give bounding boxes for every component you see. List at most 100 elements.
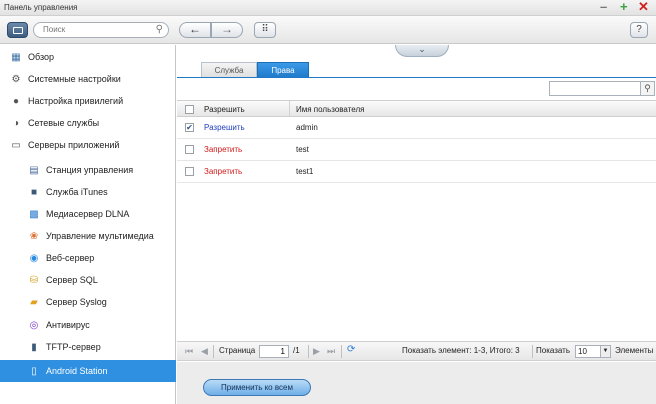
divider [341, 345, 342, 358]
syslog-icon: ▰ [30, 296, 38, 308]
table-row[interactable]: ✔ Разрешить admin [177, 117, 656, 139]
maximize-icon[interactable]: + [620, 0, 628, 14]
footer: Применить ко всем [177, 362, 656, 404]
page-number-input[interactable] [259, 345, 289, 358]
row-checkbox[interactable] [185, 167, 194, 176]
row-checkbox[interactable] [185, 145, 194, 154]
divider [213, 345, 214, 358]
help-button[interactable]: ? [630, 22, 648, 38]
network-icon: ◑ [12, 117, 20, 129]
column-header-permission[interactable]: Разрешить [204, 105, 245, 114]
sidebar-item-label: TFTP-сервер [46, 342, 101, 352]
user-icon: ● [12, 95, 20, 107]
sidebar-item-surveillance-station[interactable]: ▤ Станция управления [28, 159, 133, 181]
sidebar-item-label: Сервер SQL [46, 275, 98, 285]
sidebar-item-label: Сетевые службы [28, 118, 100, 128]
arrow-right-icon: → [221, 22, 233, 36]
next-page-icon[interactable]: ▶ [313, 346, 320, 357]
gear-icon: ⚙ [11, 73, 21, 85]
sidebar-item-label: Системные настройки [28, 74, 121, 84]
sql-icon: ⛁ [29, 274, 39, 286]
apply-to-all-button[interactable]: Применить ко всем [203, 379, 311, 396]
table-row[interactable]: Запретить test [177, 139, 656, 161]
page-size-label: Показать [536, 346, 571, 355]
collapse-toggle[interactable]: ⌄ [395, 45, 449, 57]
page-size-value: 10 [578, 347, 587, 356]
apps-button[interactable]: ⠿ [254, 22, 276, 38]
sidebar-item-web-server[interactable]: ◉ Веб-сервер [28, 247, 95, 269]
sidebar-item-overview[interactable]: ▦ Обзор [10, 46, 54, 68]
overview-icon: ▦ [11, 51, 21, 63]
sidebar-item-label: Серверы приложений [28, 140, 120, 150]
sidebar-item-system-settings[interactable]: ⚙ Системные настройки [10, 68, 121, 90]
back-button[interactable]: ← [179, 22, 211, 38]
search-input[interactable] [43, 25, 153, 34]
sidebar-item-label: Служба iTunes [46, 187, 108, 197]
android-icon: ▯ [31, 365, 37, 377]
sidebar-item-label: Android Station [46, 366, 108, 376]
help-icon: ? [636, 24, 642, 35]
row-checkbox[interactable]: ✔ [185, 123, 194, 132]
tftp-icon: ▮ [31, 341, 37, 353]
sidebar-item-label: Веб-сервер [46, 253, 95, 263]
sidebar-item-android-station[interactable]: ▯ Android Station [0, 360, 176, 382]
sidebar: ▦ Обзор ⚙ Системные настройки ● Настройк… [0, 45, 176, 404]
sidebar-item-multimedia[interactable]: ❀ Управление мультимедиа [28, 225, 154, 247]
refresh-icon[interactable]: ⟳ [347, 344, 355, 355]
sidebar-item-label: Станция управления [46, 165, 134, 175]
permission-value: Запретить [204, 145, 243, 154]
arrow-left-icon: ← [189, 22, 201, 36]
tab-underline [177, 77, 656, 78]
table-row[interactable]: Запретить test1 [177, 161, 656, 183]
username-value: test1 [296, 167, 314, 176]
sidebar-item-label: Антивирус [46, 320, 90, 330]
sidebar-item-label: Сервер Syslog [46, 297, 107, 307]
sidebar-icon [13, 27, 23, 34]
sidebar-item-label: Обзор [28, 52, 54, 62]
antivirus-icon: ◎ [29, 319, 39, 331]
select-all-checkbox[interactable] [185, 105, 194, 114]
filter-input[interactable] [553, 84, 637, 93]
prev-page-icon[interactable]: ◀ [201, 346, 208, 357]
forward-button[interactable]: → [211, 22, 243, 38]
sidebar-item-dlna[interactable]: ▩ Медиасервер DLNA [28, 203, 129, 225]
web-server-icon: ◉ [29, 252, 39, 264]
sidebar-item-network-services[interactable]: ◑ Сетевые службы [10, 112, 99, 134]
sidebar-item-tftp[interactable]: ▮ TFTP-сервер [28, 336, 101, 358]
sidebar-item-label: Медиасервер DLNA [46, 209, 130, 219]
grid-icon: ⠿ [261, 24, 269, 35]
sidebar-item-label: Управление мультимедиа [46, 231, 154, 241]
sidebar-item-itunes[interactable]: ■ Служба iTunes [28, 181, 108, 203]
sidebar-item-label: Настройка привилегий [28, 96, 124, 106]
close-icon[interactable]: ✕ [638, 0, 649, 14]
tab-service[interactable]: Служба [201, 62, 257, 78]
permission-value: Разрешить [204, 123, 245, 132]
column-divider [289, 101, 290, 117]
server-icon: ▭ [11, 139, 21, 151]
column-header-username[interactable]: Имя пользователя [296, 105, 364, 114]
sidebar-item-syslog[interactable]: ▰ Сервер Syslog [28, 291, 107, 313]
main-panel: ⌄ Служба Права ⚲ Разрешить Имя пользоват… [177, 45, 656, 404]
total-pages: /1 [293, 346, 300, 355]
divider [308, 345, 309, 358]
table-header: Разрешить Имя пользователя [177, 100, 656, 117]
username-value: admin [296, 123, 318, 132]
search-box: ⚲ [33, 22, 169, 38]
filter-box: ⚲ [549, 81, 655, 96]
minimize-icon[interactable]: – [600, 0, 607, 14]
sidebar-toggle-button[interactable] [7, 22, 28, 38]
sidebar-item-antivirus[interactable]: ◎ Антивирус [28, 314, 90, 336]
sidebar-item-sql-server[interactable]: ⛁ Сервер SQL [28, 269, 98, 291]
search-icon[interactable]: ⚲ [156, 24, 163, 35]
search-icon[interactable]: ⚲ [640, 82, 654, 95]
tab-rights[interactable]: Права [257, 62, 309, 78]
items-label: Элементы [615, 346, 654, 355]
first-page-icon[interactable]: ⏮ [185, 346, 193, 357]
sidebar-item-application-servers[interactable]: ▭ Серверы приложений [10, 134, 119, 156]
last-page-icon[interactable]: ⏭ [327, 346, 335, 357]
permission-value: Запретить [204, 167, 243, 176]
page-size-select[interactable]: 10 ▼ [575, 345, 611, 358]
sidebar-item-privileges[interactable]: ● Настройка привилегий [10, 90, 123, 112]
pager-summary: Показать элемент: 1-3, Итого: 3 [402, 346, 520, 355]
itunes-icon: ■ [30, 186, 38, 198]
